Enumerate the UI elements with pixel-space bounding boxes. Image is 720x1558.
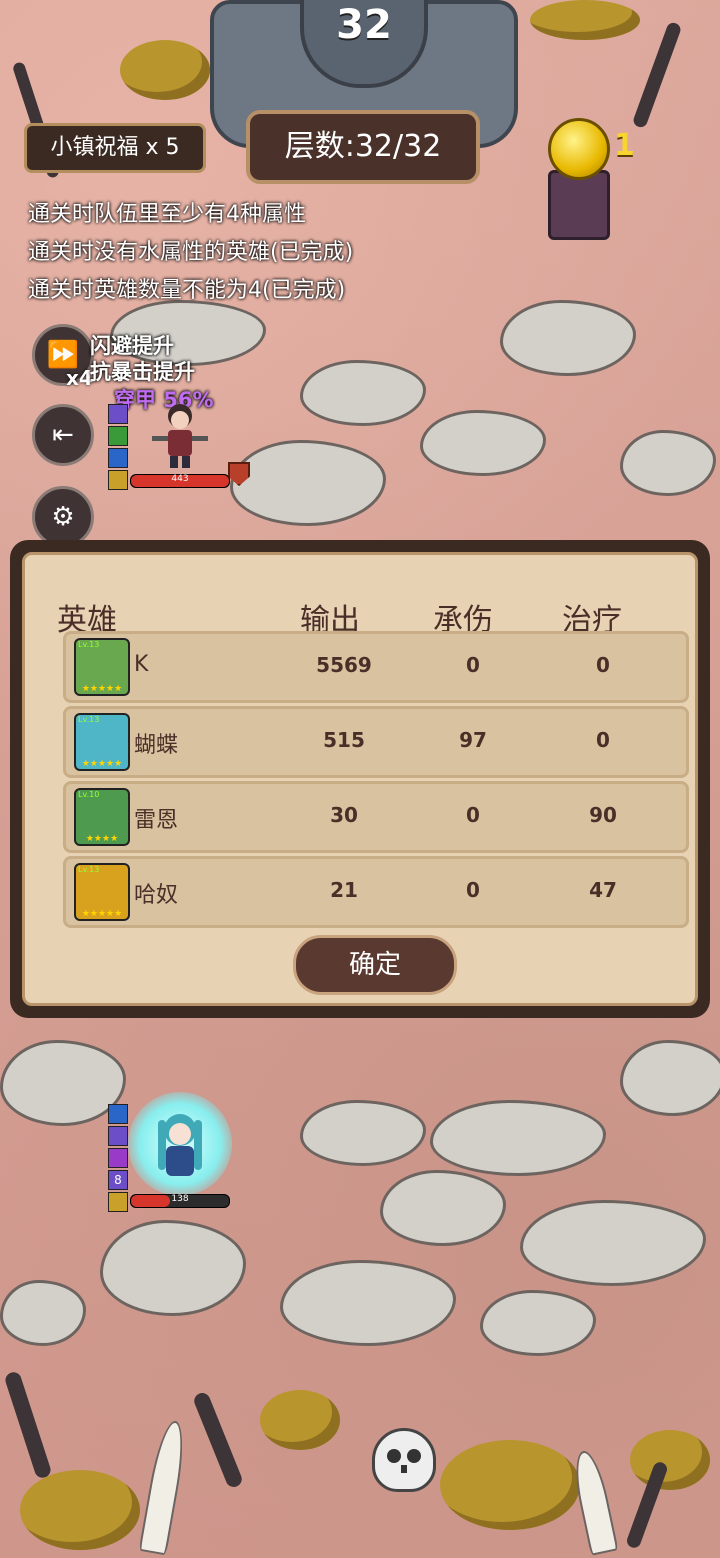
town-blessing-badge[interactable]: 小镇祝福 x 5 [24, 123, 206, 173]
hero-level: Lv.13 [78, 640, 100, 649]
enemy-status-icons [108, 404, 128, 492]
ally-hp-bar: 138 [130, 1194, 230, 1208]
floor-dial-number: 32 [336, 2, 392, 48]
bush [260, 1390, 340, 1450]
hero-result-row: Lv.13 ★★★★★ 蝴蝶 515 97 0 [63, 706, 689, 778]
healing-value: 0 [596, 653, 610, 677]
skull-face [387, 1449, 421, 1473]
hero-result-row: Lv.13 ★★★★★ K 5569 0 0 [63, 631, 689, 703]
star-rating: ★★★★★ [81, 759, 123, 769]
ally-level-badge: 8 [108, 1170, 128, 1190]
hero-level: Lv.10 [78, 790, 100, 799]
settings-button[interactable]: ⚙ [32, 486, 94, 548]
gear-icon: ⚙ [51, 502, 75, 532]
enemy-hero-sprite[interactable] [150, 400, 210, 470]
damage-taken-value: 0 [466, 653, 480, 677]
hero-avatar-k: Lv.13 ★★★★★ [74, 638, 130, 696]
hero-avatar-hanu: Lv.13 ★★★★★ [74, 863, 130, 921]
hero-name: 雷恩 [134, 808, 179, 833]
butterfly-hero-sprite [158, 1114, 202, 1176]
exit-button[interactable]: ⇤ [32, 404, 94, 466]
objective-item: 通关时英雄数量不能为4(已完成) [28, 278, 346, 303]
skull-icon [372, 1428, 436, 1492]
objective-item: 通关时队伍里至少有4种属性 [28, 202, 306, 227]
grave-marker [548, 170, 610, 240]
exit-icon: ⇤ [52, 420, 74, 450]
damage-taken-value: 0 [466, 803, 480, 827]
damage-value: 5569 [316, 653, 372, 677]
bush [440, 1440, 580, 1530]
hero-name: 蝴蝶 [134, 733, 179, 758]
speed-multiplier: x4 [66, 366, 93, 390]
hero-result-row: Lv.10 ★★★★ 雷恩 30 0 90 [63, 781, 689, 853]
floor-objectives: 通关时队伍里至少有4种属性 通关时没有水属性的英雄(已完成) 通关时英雄数量不能… [28, 196, 353, 310]
floor-stone [620, 1040, 720, 1116]
buff-anti-crit: 抗暴击提升 [90, 360, 195, 384]
ally-hero-sprite[interactable] [128, 1092, 232, 1196]
star-rating: ★★★★★ [81, 909, 123, 919]
coin-count: 1 [614, 128, 635, 163]
enemy-hp-text: 443 [171, 474, 189, 484]
results-panel-body: 英雄 输出 承伤 治疗 Lv.13 ★★★★★ K 5569 0 0 Lv.13… [22, 552, 698, 1006]
bush [20, 1470, 140, 1550]
enemy-hp-bar: 443 [130, 474, 230, 488]
hero-level: Lv.13 [78, 865, 100, 874]
healing-value: 0 [596, 728, 610, 752]
bush [530, 0, 640, 40]
hero-avatar-rain: Lv.10 ★★★★ [74, 788, 130, 846]
star-rating: ★★★★ [85, 834, 119, 844]
gunslinger-sprite [152, 404, 208, 468]
floor-counter: 层数:32/32 [246, 110, 480, 184]
hero-result-row: Lv.13 ★★★★★ 哈奴 21 0 47 [63, 856, 689, 928]
damage-value: 30 [330, 803, 358, 827]
hero-level: Lv.13 [78, 715, 100, 724]
damage-value: 515 [323, 728, 365, 752]
damage-value: 21 [330, 878, 358, 902]
healing-value: 47 [589, 878, 617, 902]
damage-taken-value: 97 [459, 728, 487, 752]
hero-name: K [134, 652, 149, 677]
star-rating: ★★★★★ [81, 684, 123, 694]
bush [630, 1430, 710, 1490]
coin-icon[interactable] [548, 118, 610, 180]
battle-results-panel: 英雄 输出 承伤 治疗 Lv.13 ★★★★★ K 5569 0 0 Lv.13… [10, 540, 710, 1018]
hero-name: 哈奴 [134, 883, 179, 908]
objective-item: 通关时没有水属性的英雄(已完成) [28, 240, 354, 265]
hero-avatar-butterfly: Lv.13 ★★★★★ [74, 713, 130, 771]
damage-taken-value: 0 [466, 878, 480, 902]
ally-hp-text: 138 [171, 1194, 189, 1204]
bush [120, 40, 210, 100]
healing-value: 90 [589, 803, 617, 827]
ally-status-icons: 8 [108, 1104, 128, 1214]
confirm-button[interactable]: 确定 [293, 935, 457, 995]
